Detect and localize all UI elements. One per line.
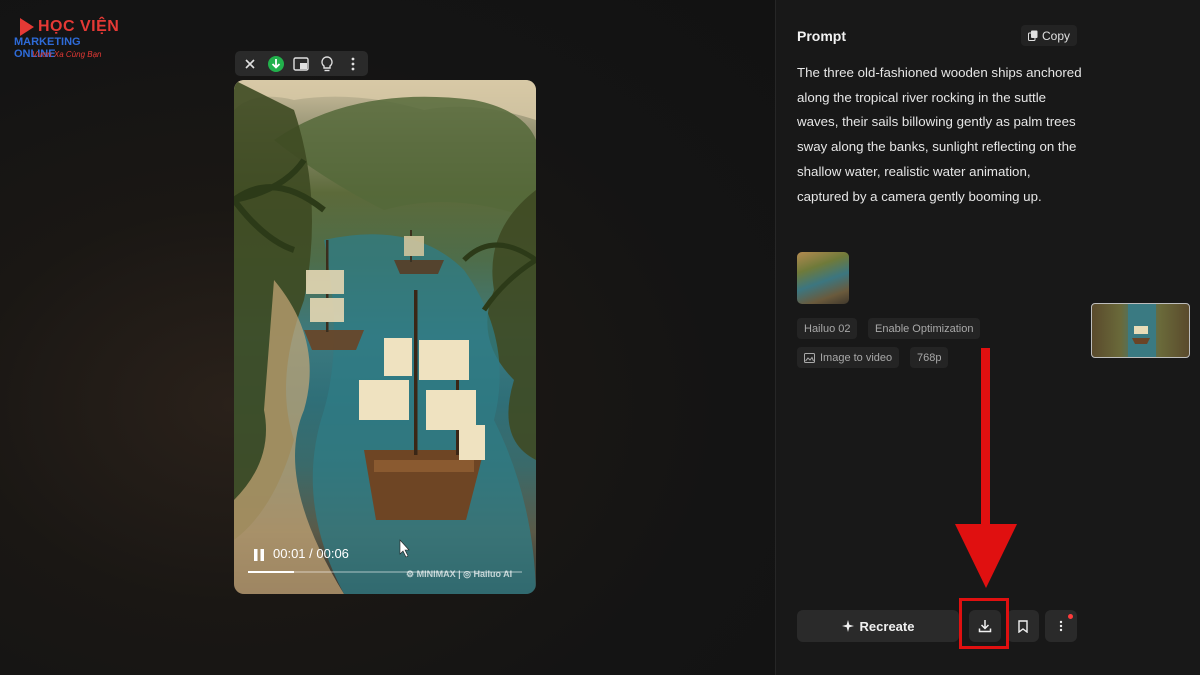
image-icon [804, 352, 815, 363]
source-image-thumbnail[interactable] [797, 252, 849, 304]
close-button[interactable] [239, 53, 261, 75]
lightbulb-icon [321, 55, 333, 71]
video-frame-ships-scene [234, 80, 536, 594]
prompt-title: Prompt [797, 28, 846, 44]
bookmark-button[interactable] [1007, 610, 1039, 642]
notification-dot [1068, 614, 1073, 619]
video-progress-fill [248, 571, 294, 573]
logo-tagline: Vươn Xa Cùng Bạn [32, 50, 102, 59]
pause-icon[interactable] [252, 548, 266, 562]
download-video-button[interactable] [265, 53, 287, 75]
tag-mode-label: Image to video [820, 351, 893, 364]
more-options-button[interactable] [342, 53, 364, 75]
play-logo-icon [20, 18, 34, 36]
tag-model: Hailuo 02 [797, 318, 858, 339]
picture-in-picture-button[interactable] [290, 53, 312, 75]
prompt-text: The three old-fashioned wooden ships anc… [797, 65, 1082, 204]
close-icon [245, 58, 255, 69]
tag-optimization-label: Enable Optimization [875, 322, 974, 335]
recreate-label: Recreate [859, 618, 915, 634]
download-circle-icon [267, 55, 284, 72]
inspiration-button[interactable] [316, 53, 338, 75]
more-actions-button[interactable] [1045, 610, 1077, 642]
video-progress-bar[interactable] [248, 571, 522, 573]
tag-model-label: Hailuo 02 [804, 322, 851, 335]
more-vertical-icon [351, 57, 355, 70]
copy-icon [1027, 30, 1038, 41]
video-viewer-area: HỌC VIỆN MARKETING ONLINE Vươn Xa Cùng B… [0, 0, 775, 675]
bookmark-icon [1018, 619, 1028, 633]
video-toolbar [235, 51, 368, 76]
floating-video-thumbnail[interactable] [1091, 303, 1190, 358]
picture-in-picture-icon [293, 56, 310, 71]
tag-resolution-label: 768p [917, 351, 942, 364]
recreate-button[interactable]: Recreate [797, 610, 959, 642]
more-vertical-icon [1059, 620, 1063, 632]
download-highlight-box [959, 598, 1009, 649]
sparkle-icon [841, 620, 854, 632]
red-arrow-annotation [955, 348, 1017, 588]
video-time: 00:01 / 00:06 [273, 546, 349, 561]
brand-logo: HỌC VIỆN MARKETING ONLINE Vươn Xa Cùng B… [14, 14, 124, 60]
tag-optimization: Enable Optimization [868, 318, 981, 339]
action-bar: Recreate [797, 610, 1077, 642]
copy-label: Copy [1041, 28, 1070, 43]
tag-mode: Image to video [797, 347, 900, 368]
video-player[interactable]: 00:01 / 00:06 ⚙ MINIMAX | ◎ Hailuo AI [234, 80, 536, 594]
copy-button[interactable]: Copy [1021, 25, 1077, 46]
logo-line1: HỌC VIỆN [38, 18, 120, 35]
tag-resolution: 768p [910, 347, 949, 368]
thumbnail-preview [1128, 304, 1156, 357]
